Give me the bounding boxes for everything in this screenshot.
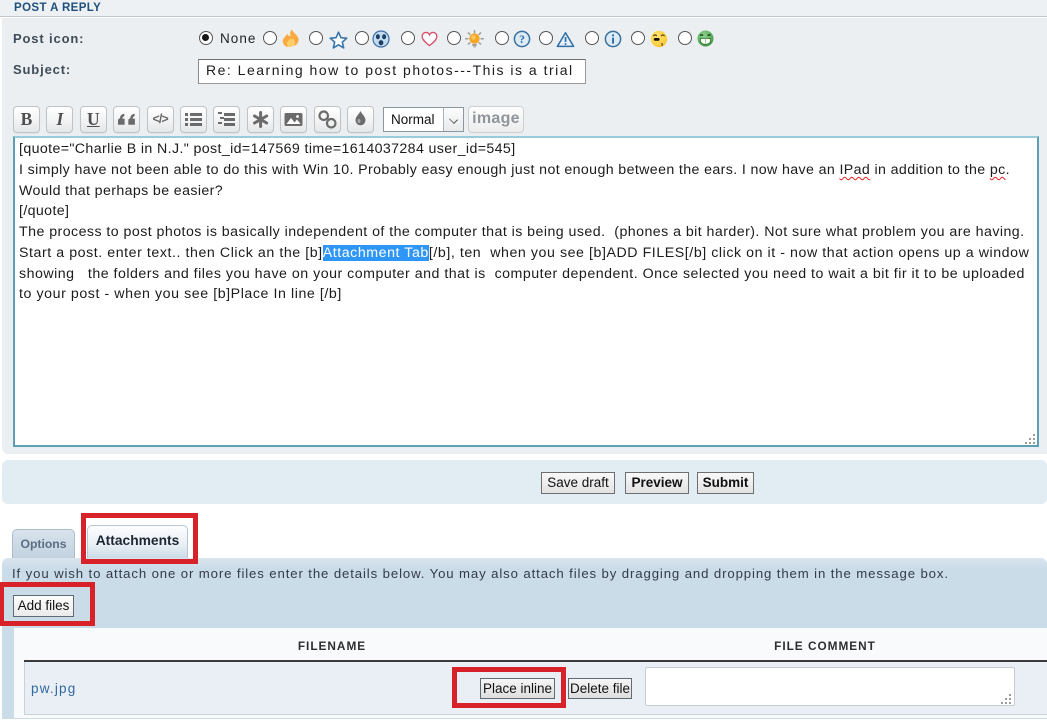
svg-text:?: ?: [519, 34, 525, 46]
